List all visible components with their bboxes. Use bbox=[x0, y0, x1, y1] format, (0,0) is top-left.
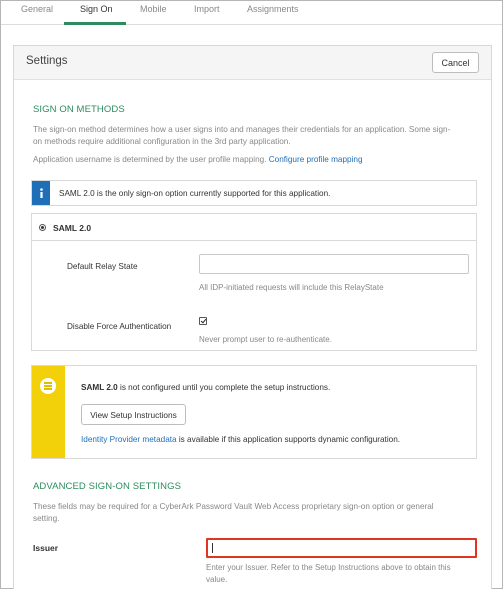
tab-bar: General Sign On Mobile Import Assignment… bbox=[1, 1, 502, 25]
relay-state-input[interactable] bbox=[199, 254, 469, 274]
settings-panel: Settings Cancel SIGN ON METHODS The sign… bbox=[13, 45, 492, 589]
advanced-desc-1: These fields may be required for a Cyber… bbox=[33, 502, 434, 511]
saml-method-label: SAML 2.0 bbox=[53, 223, 92, 233]
issuer-hint-2: value. bbox=[206, 575, 228, 584]
issuer-input[interactable] bbox=[206, 538, 477, 558]
cancel-button[interactable]: Cancel bbox=[432, 52, 479, 73]
configure-profile-mapping-link[interactable]: Configure profile mapping bbox=[269, 155, 363, 164]
relay-state-label: Default Relay State bbox=[67, 262, 138, 271]
view-setup-instructions-button[interactable]: View Setup Instructions bbox=[81, 404, 186, 425]
setup-notice: SAML 2.0 is not configured until you com… bbox=[31, 365, 477, 459]
metadata-message: is available if this application support… bbox=[176, 435, 401, 444]
force-auth-checkbox[interactable] bbox=[199, 317, 207, 325]
tab-general[interactable]: General bbox=[21, 4, 53, 14]
panel-header: Settings Cancel bbox=[14, 46, 491, 80]
panel-title: Settings bbox=[26, 55, 68, 67]
relay-state-hint: All IDP-initiated requests will include … bbox=[199, 283, 384, 292]
saml-method-box: SAML 2.0 Default Relay State All IDP-ini… bbox=[31, 213, 477, 351]
issuer-label: Issuer bbox=[33, 543, 59, 553]
info-callout: SAML 2.0 is the only sign-on option curr… bbox=[31, 180, 477, 206]
sign-on-methods-heading: SIGN ON METHODS bbox=[33, 104, 125, 115]
identity-provider-metadata-link[interactable]: Identity Provider metadata bbox=[81, 435, 177, 444]
force-auth-hint: Never prompt user to re-authenticate. bbox=[199, 335, 332, 344]
setup-notice-bar bbox=[32, 366, 65, 458]
saml-radio-button[interactable] bbox=[39, 224, 46, 231]
sign-on-methods-desc-1: The sign-on method determines how a user… bbox=[33, 125, 451, 134]
saml-method-header[interactable]: SAML 2.0 bbox=[32, 214, 476, 241]
list-icon bbox=[40, 378, 56, 394]
setup-notice-message: is not configured until you complete the… bbox=[117, 383, 331, 392]
tab-assignments[interactable]: Assignments bbox=[247, 4, 299, 14]
force-auth-label: Disable Force Authentication bbox=[67, 322, 172, 331]
setup-notice-bold: SAML 2.0 bbox=[81, 383, 118, 392]
issuer-hint-1: Enter your Issuer. Refer to the Setup In… bbox=[206, 563, 451, 572]
active-tab-indicator bbox=[64, 22, 126, 25]
info-icon bbox=[32, 181, 50, 205]
setup-notice-text: SAML 2.0 is not configured until you com… bbox=[81, 383, 330, 392]
metadata-text: Identity Provider metadata is available … bbox=[81, 435, 400, 444]
tab-sign-on[interactable]: Sign On bbox=[80, 4, 113, 14]
tab-mobile[interactable]: Mobile bbox=[140, 4, 167, 14]
username-mapping-text: Application username is determined by th… bbox=[33, 154, 363, 167]
info-text: SAML 2.0 is the only sign-on option curr… bbox=[59, 189, 331, 198]
username-mapping-label: Application username is determined by th… bbox=[33, 155, 267, 164]
advanced-settings-heading: ADVANCED SIGN-ON SETTINGS bbox=[33, 481, 182, 492]
tab-import[interactable]: Import bbox=[194, 4, 220, 14]
sign-on-methods-desc-2: on methods require additional configurat… bbox=[33, 137, 291, 146]
text-caret bbox=[212, 543, 213, 553]
advanced-desc-2: setting. bbox=[33, 514, 60, 523]
